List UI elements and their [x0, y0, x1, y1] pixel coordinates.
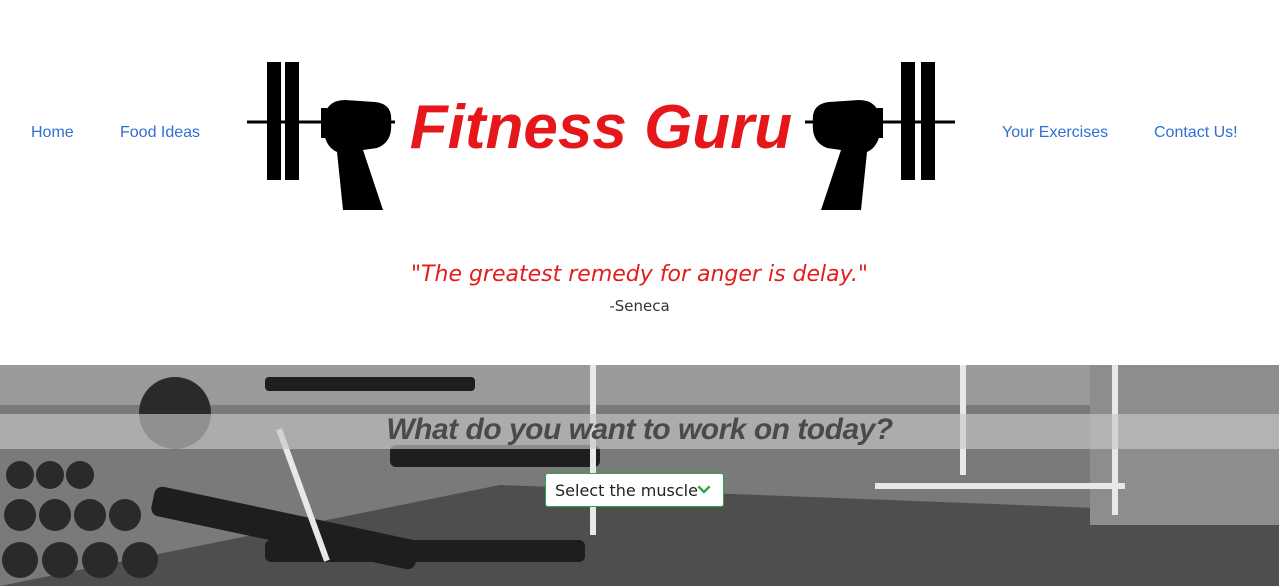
muscle-select[interactable]: Select the muscle [545, 473, 724, 507]
quote-text: "The greatest remedy for anger is delay.… [410, 262, 869, 287]
chevron-down-icon [697, 485, 711, 494]
logo-text: Fitness Guru [410, 93, 792, 162]
right-fist-icon [812, 100, 881, 210]
nav-home[interactable]: Home [31, 124, 74, 142]
quote-author: -Seneca [609, 297, 670, 315]
hero-section: What do you want to work on today? Selec… [0, 365, 1279, 586]
hero-heading: What do you want to work on today? [386, 413, 893, 446]
muscle-select-value: Select the muscle [555, 480, 698, 500]
nav-food-ideas[interactable]: Food Ideas [120, 124, 200, 142]
site-logo[interactable]: Fitness Guru [245, 60, 957, 210]
nav-your-exercises[interactable]: Your Exercises [1002, 124, 1108, 142]
nav-contact-us[interactable]: Contact Us! [1154, 124, 1238, 142]
left-fist-icon [323, 100, 392, 210]
